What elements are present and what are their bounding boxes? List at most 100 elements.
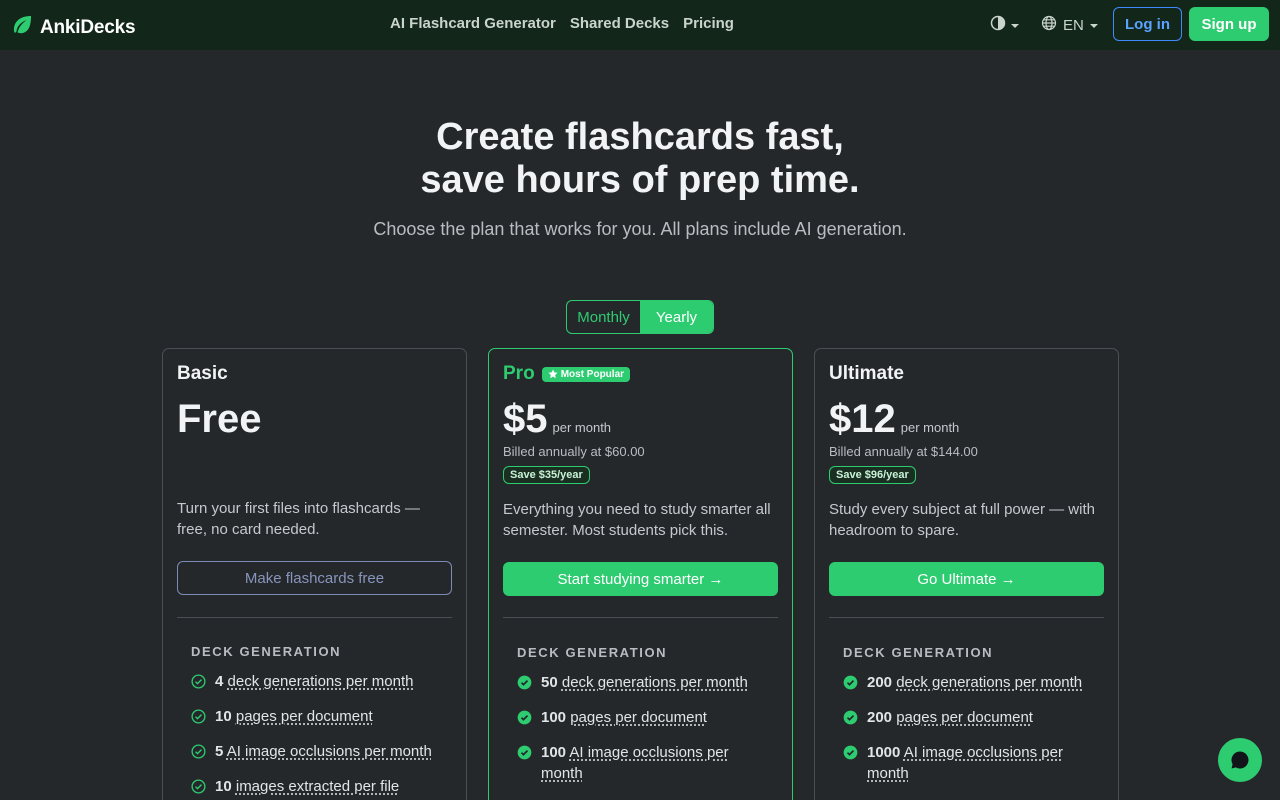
- feature-value: 200: [867, 674, 893, 691]
- plan-card-pro: Pro Most Popular $5 per month Billed ann…: [488, 348, 793, 800]
- price-row: $12 per month: [829, 397, 959, 442]
- chat-widget-button[interactable]: [1218, 738, 1262, 782]
- page-title-line-2: save hours of prep time.: [420, 159, 860, 201]
- billing-note: Billed annually at $144.00: [829, 444, 978, 459]
- chevron-down-icon: [1089, 23, 1098, 28]
- language-selector[interactable]: EN: [1041, 15, 1098, 36]
- check-circle-icon: [191, 779, 206, 794]
- billing-note: Billed annually at $60.00: [503, 444, 645, 459]
- feature-value: 100: [541, 744, 567, 761]
- feature-item: 10 pages per document: [191, 706, 441, 727]
- leaf-icon: [10, 13, 34, 42]
- feature-label[interactable]: deck generations per month: [896, 674, 1082, 691]
- billing-period-toggle: Monthly Yearly: [566, 300, 714, 334]
- feature-item: 200 pages per document: [843, 707, 1093, 728]
- go-ultimate-button[interactable]: Go Ultimate →: [829, 562, 1104, 596]
- plan-description: Study every subject at full power — with…: [829, 501, 1095, 539]
- check-circle-icon: [191, 709, 206, 724]
- globe-icon: [1041, 15, 1057, 36]
- feature-list: 4 deck generations per month 10 pages pe…: [191, 671, 441, 800]
- feature-item: 50 deck generations per month: [517, 672, 767, 693]
- feature-value: 4: [215, 673, 224, 690]
- check-circle-icon: [517, 710, 532, 725]
- page-subtitle: Choose the plan that works for you. All …: [373, 219, 907, 239]
- page-title: Create flashcards fast, save hours of pr…: [0, 116, 1280, 202]
- billing-yearly-option[interactable]: Yearly: [640, 301, 713, 333]
- feature-value: 100: [541, 709, 567, 726]
- feature-value: 50: [541, 674, 558, 691]
- plan-card-ultimate: Ultimate $12 per month Billed annually a…: [814, 348, 1119, 800]
- most-popular-badge: Most Popular: [541, 366, 631, 382]
- plan-card-basic: Basic Free Turn your first files into fl…: [162, 348, 467, 800]
- nav-link-ai-flashcard-generator[interactable]: AI Flashcard Generator: [390, 15, 556, 32]
- feature-value: 1000: [867, 744, 901, 761]
- make-flashcards-free-button[interactable]: Make flashcards free: [177, 561, 452, 595]
- check-circle-icon: [191, 674, 206, 689]
- divider: [829, 617, 1104, 618]
- divider: [177, 617, 452, 618]
- feature-item: 1000 AI image occlusions per month: [843, 742, 1093, 784]
- top-navbar: AnkiDecks AI Flashcard Generator Shared …: [0, 0, 1280, 50]
- feature-label[interactable]: pages per document: [570, 709, 707, 726]
- section-title: DECK GENERATION: [517, 645, 668, 660]
- contrast-icon: [990, 15, 1006, 36]
- price-period: per month: [900, 420, 960, 435]
- feature-item: 4 deck generations per month: [191, 671, 441, 692]
- chat-bubble-icon: [1231, 751, 1249, 769]
- feature-label[interactable]: pages per document: [236, 708, 373, 725]
- feature-item: 100 AI image occlusions per month: [517, 742, 767, 784]
- feature-label[interactable]: deck generations per month: [562, 674, 748, 691]
- start-studying-smarter-button[interactable]: Start studying smarter →: [503, 562, 778, 596]
- star-icon: [548, 369, 558, 379]
- plan-name: Basic: [177, 363, 228, 384]
- feature-label[interactable]: images extracted per file: [236, 778, 399, 795]
- plan-name: Ultimate: [829, 363, 904, 384]
- feature-value: 5: [215, 743, 224, 760]
- brand-name: AnkiDecks: [40, 16, 136, 38]
- section-title: DECK GENERATION: [191, 644, 342, 659]
- plan-name-row: Pro Most Popular: [503, 363, 631, 385]
- check-circle-icon: [843, 675, 858, 690]
- check-circle-icon: [517, 675, 532, 690]
- plan-description: Everything you need to study smarter all…: [503, 501, 771, 539]
- nav-link-shared-decks[interactable]: Shared Decks: [570, 15, 669, 32]
- feature-label[interactable]: pages per document: [896, 709, 1033, 726]
- plan-description: Turn your first files into flashcards — …: [177, 500, 420, 538]
- feature-value: 200: [867, 709, 893, 726]
- feature-item: 10 images extracted per file: [191, 776, 441, 797]
- brand-logo[interactable]: AnkiDecks: [10, 13, 136, 42]
- login-button[interactable]: Log in: [1113, 7, 1182, 41]
- divider: [503, 617, 778, 618]
- price-period: per month: [552, 420, 612, 435]
- check-circle-icon: [517, 745, 532, 760]
- savings-badge: Save $96/year: [829, 466, 916, 484]
- feature-item: 5 AI image occlusions per month: [191, 741, 441, 762]
- plan-price: $12: [829, 397, 896, 441]
- signup-button[interactable]: Sign up: [1189, 7, 1269, 41]
- feature-item: 100 pages per document: [517, 707, 767, 728]
- feature-value: 10: [215, 778, 232, 795]
- theme-toggle[interactable]: [990, 15, 1019, 36]
- main-nav: AI Flashcard Generator Shared Decks Pric…: [390, 15, 734, 32]
- check-circle-icon: [191, 744, 206, 759]
- language-label: EN: [1063, 17, 1084, 34]
- feature-label[interactable]: AI image occlusions per month: [541, 744, 729, 782]
- check-circle-icon: [843, 710, 858, 725]
- feature-label[interactable]: AI image occlusions per month: [227, 743, 432, 760]
- feature-list: 50 deck generations per month 100 pages …: [517, 672, 767, 798]
- feature-value: 10: [215, 708, 232, 725]
- feature-label[interactable]: deck generations per month: [228, 673, 414, 690]
- badge-label: Most Popular: [560, 368, 625, 380]
- price-row: Free: [177, 397, 262, 442]
- plan-name: Pro: [503, 363, 535, 384]
- feature-list: 200 deck generations per month 200 pages…: [843, 672, 1093, 798]
- nav-link-pricing[interactable]: Pricing: [683, 15, 734, 32]
- billing-monthly-option[interactable]: Monthly: [567, 301, 640, 333]
- savings-badge: Save $35/year: [503, 466, 590, 484]
- plan-price: $5: [503, 397, 548, 441]
- section-title: DECK GENERATION: [843, 645, 994, 660]
- plan-price: Free: [177, 397, 262, 441]
- chevron-down-icon: [1011, 23, 1019, 28]
- feature-item: 200 deck generations per month: [843, 672, 1093, 693]
- check-circle-icon: [843, 745, 858, 760]
